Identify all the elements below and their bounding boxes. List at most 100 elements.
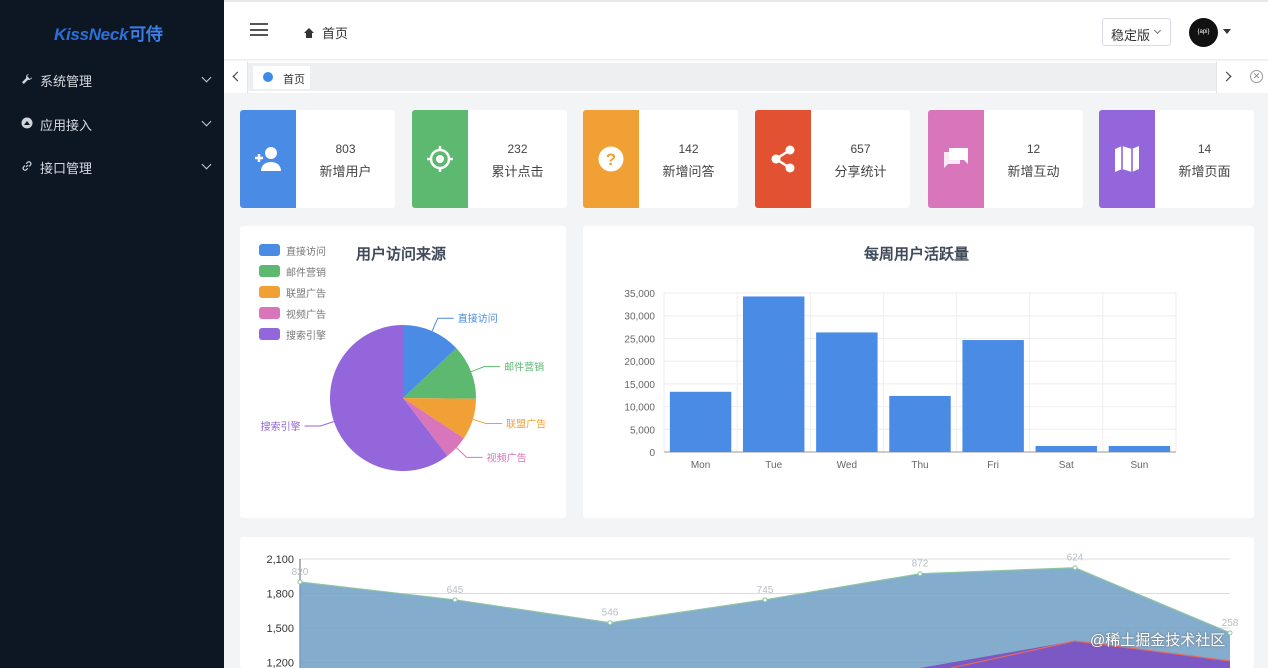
pie-label: 搜索引擎	[261, 420, 301, 433]
y-tick-label: 15,000	[624, 380, 655, 391]
y-tick-label: 1,500	[266, 623, 294, 635]
y-tick-label: 10,000	[624, 403, 655, 414]
app-icon	[20, 117, 34, 132]
tab-home[interactable]: 首页	[253, 66, 310, 89]
wrench-icon	[20, 73, 34, 88]
pie-chart: 直接访问邮件营销联盟广告视频广告 搜索引擎	[261, 312, 546, 471]
scroll-left-icon[interactable]	[224, 61, 248, 93]
add-user-icon	[240, 110, 296, 208]
x-tick-label: Thu	[911, 460, 928, 471]
data-label: 745	[757, 585, 774, 596]
stat-value: 232	[507, 142, 528, 156]
sidebar: KissNeck可侍 系统管理 应用接入 接口管理	[0, 0, 224, 668]
close-all-tabs-icon[interactable]: ✕	[1250, 70, 1263, 83]
stat-card-share[interactable]: 657 分享统计	[755, 110, 910, 208]
logo-suffix: 可侍	[129, 25, 163, 44]
bar-chart-panel: 每周用户活跃量 35,000 30,000 25,000 20,000 15,000 10…	[583, 226, 1254, 518]
y-tick-label: 35,000	[624, 289, 655, 300]
data-point	[297, 579, 303, 585]
sidebar-item-system[interactable]: 系统管理	[0, 60, 224, 100]
bar	[1108, 445, 1171, 452]
hamburger-menu-icon[interactable]	[250, 23, 268, 36]
pie-label: 视频广告	[487, 451, 527, 464]
bar	[742, 296, 805, 452]
logo-text: KissNeck	[54, 25, 129, 44]
watermark: @稀土掘金技术社区	[1090, 632, 1226, 649]
app-logo[interactable]: KissNeck可侍	[54, 20, 163, 45]
y-tick-label: 0	[649, 448, 655, 459]
stat-value: 142	[678, 142, 699, 156]
bar-chart: 35,000 30,000 25,000 20,000 15,000 10,000 5,00…	[624, 289, 1177, 471]
data-label: 820	[292, 567, 309, 578]
data-point	[452, 597, 458, 603]
pie-label: 联盟广告	[506, 418, 546, 431]
pie-label-line	[304, 421, 335, 427]
stat-card-clicks[interactable]: 232 累计点击	[412, 110, 567, 208]
caret-down-icon[interactable]	[1223, 29, 1231, 34]
tabs-strip: 首页	[248, 63, 1216, 91]
sidebar-item-label: 接口管理	[40, 160, 93, 176]
stat-card-new-users[interactable]: 803 新增用户	[240, 110, 395, 208]
x-tick-label: Tue	[765, 460, 782, 471]
stat-card-qa[interactable]: ? 142 新增问答	[583, 110, 738, 208]
stat-label: 新增互动	[1007, 164, 1060, 179]
x-tick-label: Sun	[1131, 460, 1149, 471]
data-label: 624	[1067, 553, 1084, 564]
stat-label: 新增页面	[1178, 164, 1231, 179]
pie-label-line	[456, 447, 483, 458]
top-header: 首页 稳定版 {api}	[224, 0, 1268, 60]
stat-label: 累计点击	[491, 164, 544, 179]
target-icon	[412, 110, 468, 208]
y-tick-label: 20,000	[624, 357, 655, 368]
pie-label: 直接访问	[458, 312, 498, 325]
chevron-down-icon	[201, 159, 212, 170]
stat-card-interaction[interactable]: 12 新增互动	[928, 110, 1083, 208]
active-dot-icon	[263, 72, 273, 82]
bar	[669, 391, 732, 452]
y-tick-label: 25,000	[624, 334, 655, 345]
data-point	[1072, 565, 1078, 571]
sidebar-item-label: 应用接入	[40, 117, 93, 133]
y-tick-label: 1,200	[266, 658, 294, 668]
x-tick-label: Fri	[987, 460, 999, 471]
bar	[889, 395, 951, 452]
version-select[interactable]: 稳定版	[1102, 18, 1171, 46]
stat-card-pages[interactable]: 14 新增页面	[1099, 110, 1254, 208]
data-label: 258	[1222, 618, 1239, 629]
question-icon: ?	[583, 110, 639, 208]
stat-label: 新增问答	[662, 164, 715, 179]
bar	[1035, 445, 1098, 452]
sidebar-item-app[interactable]: 应用接入	[0, 104, 224, 144]
stat-label: 新增用户	[319, 164, 372, 179]
avatar[interactable]: {api}	[1189, 18, 1218, 47]
x-tick-label: Wed	[837, 460, 857, 471]
pie-label: 邮件营销	[504, 361, 544, 374]
tabs-bar: 首页 ✕	[224, 61, 1268, 93]
pie-label-line	[431, 317, 454, 332]
pie-label-line	[472, 418, 503, 425]
sidebar-item-label: 系统管理	[40, 73, 93, 89]
chevron-down-icon	[201, 72, 212, 83]
data-point	[917, 571, 923, 577]
pie-chart-panel: 用户访问来源 直接访问 邮件营销 联盟广告 视频广告 搜索引擎 直接访问 邮件营销 联盟广告…	[240, 226, 566, 518]
breadcrumb[interactable]: 首页	[304, 23, 348, 42]
x-tick-label: Mon	[691, 460, 710, 471]
home-icon	[304, 27, 314, 38]
y-tick-label: 1,800	[266, 589, 294, 601]
sidebar-item-api[interactable]: 接口管理	[0, 147, 224, 187]
y-tick-label: 5,000	[630, 425, 655, 436]
data-point	[1227, 630, 1233, 636]
data-point	[762, 597, 768, 603]
scroll-right-icon[interactable]	[1216, 61, 1240, 93]
map-icon	[1099, 110, 1155, 208]
pie-label-line	[470, 366, 501, 373]
link-icon	[20, 160, 34, 175]
x-tick-label: Sat	[1059, 460, 1074, 471]
chevron-down-icon	[201, 116, 212, 127]
data-point	[607, 620, 613, 626]
y-tick-label: 2,100	[266, 554, 294, 566]
stat-value: 12	[1026, 142, 1041, 156]
bar	[816, 332, 878, 452]
stat-value: 14	[1197, 142, 1212, 156]
svg-text:?: ?	[606, 150, 616, 169]
